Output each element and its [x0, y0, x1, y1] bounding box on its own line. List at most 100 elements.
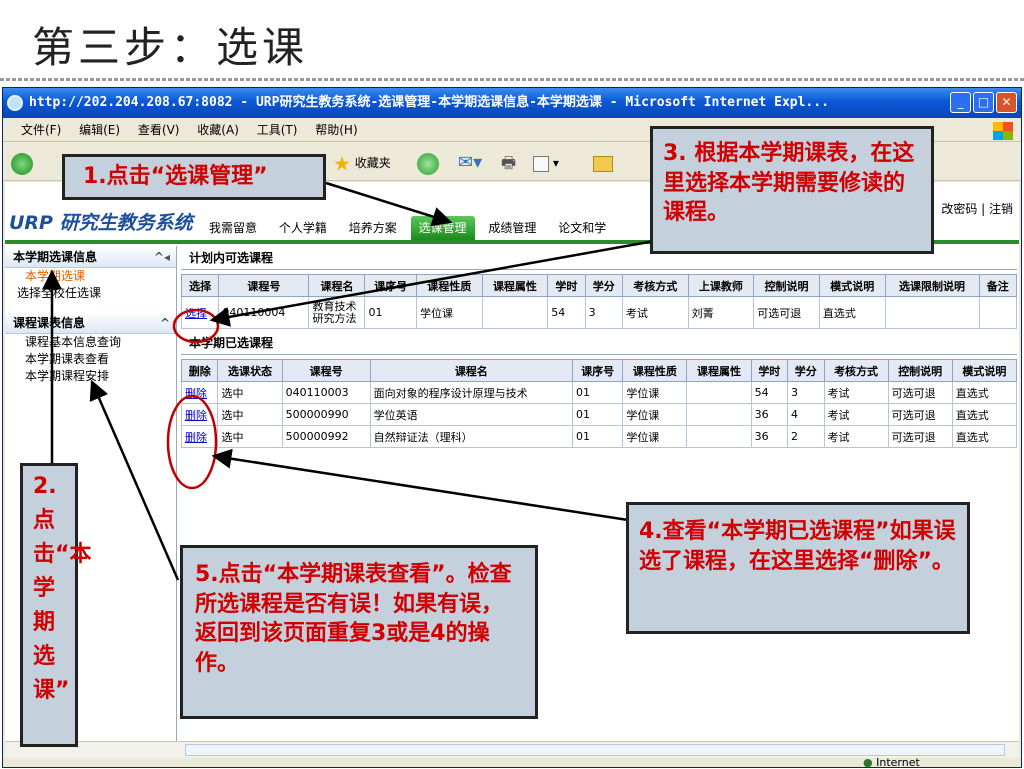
table-header: 考核方式 [621, 274, 689, 297]
table-header: 学分 [584, 274, 623, 297]
table-row: 选择 040110004 教育技术研究方法 01 学位课 54 3 考试 刘菁 … [180, 296, 1018, 329]
sidebar-section-selection[interactable]: 本学期选课信息 ^◂ [5, 246, 176, 268]
table-cell: 选中 [217, 425, 283, 448]
selected-table: 删除 选课状态 课程号 课程名 课序号 课程性质 课程属性 学时 学分 考核方式… [180, 359, 1018, 448]
nav-plan[interactable]: 培养方案 [341, 216, 405, 240]
nav-thesis[interactable]: 论文和学 [550, 216, 614, 240]
menu-tools[interactable]: 工具(T) [257, 123, 298, 137]
sidebar-item-current-selection[interactable]: 本学期选课 [5, 268, 176, 285]
table-cell: 可选可退 [887, 381, 953, 404]
selected-table-title: 本学期已选课程 [181, 331, 1017, 355]
table-cell [686, 403, 752, 426]
status-bar: ● Internet [3, 756, 1021, 769]
history-icon [417, 152, 439, 175]
back-button[interactable] [11, 151, 33, 175]
table-cell: 学位课 [622, 381, 688, 404]
table-cell [686, 425, 752, 448]
table-header: 备注 [978, 274, 1018, 297]
callout-step3: 3. 根据本学期课表，在这里选择本学期需要修读的课程。 [650, 126, 934, 254]
plan-table: 选择 课程号 课程名 课序号 课程性质 课程属性 学时 学分 考核方式 上课教师… [180, 274, 1018, 329]
table-cell: 考试 [823, 381, 889, 404]
delete-course-link[interactable]: 删除 [185, 431, 207, 444]
table-cell: 54 [547, 296, 586, 329]
menu-view[interactable]: 查看(V) [138, 123, 180, 137]
table-cell: 考试 [823, 425, 889, 448]
callout-step1: 1.点击“选课管理” [62, 154, 326, 200]
nav-course-selection[interactable]: 选课管理 [410, 216, 475, 240]
edit-button[interactable]: ▾ [533, 151, 559, 175]
nav-notice[interactable]: 我需留意 [201, 216, 265, 240]
callout-step5: 5.点击“本学期课表查看”。检查所选课程是否有误！如果有误，返回到该页面重复3或… [180, 545, 538, 719]
table-cell: 可选可退 [887, 403, 953, 426]
user-links[interactable]: 改密码 | 注销 [941, 200, 1013, 217]
table-header: 课程号 [218, 274, 310, 297]
menu-favorites[interactable]: 收藏(A) [197, 123, 239, 137]
close-button[interactable]: ✕ [996, 92, 1017, 113]
table-header: 选择 [180, 274, 220, 297]
table-header: 课程属性 [686, 359, 752, 382]
select-course-link[interactable]: 选择 [185, 307, 207, 320]
table-cell: 直选式 [951, 381, 1018, 404]
table-header: 删除 [180, 359, 219, 382]
table-cell: 学位英语 [369, 403, 574, 426]
ie-icon [7, 95, 23, 111]
window-title: http://202.204.208.67:8082 - URP研究生教务系统-… [29, 95, 829, 110]
table-cell: 刘菁 [687, 296, 755, 329]
sidebar-section-timetable[interactable]: 课程课表信息 ^ [5, 312, 176, 334]
table-header: 学分 [787, 359, 825, 382]
windows-logo-icon [993, 122, 1013, 140]
sidebar-item-course-query[interactable]: 课程基本信息查询 [5, 334, 176, 351]
minimize-button[interactable]: _ [950, 92, 971, 113]
edit-icon [533, 155, 549, 172]
sidebar-item-elective[interactable]: 选择全校任选课 [5, 285, 176, 302]
main-nav: 我需留意 个人学籍 培养方案 选课管理 成绩管理 论文和学 [201, 216, 616, 240]
menu-file[interactable]: 文件(F) [21, 123, 61, 137]
nav-status[interactable]: 个人学籍 [271, 216, 335, 240]
star-icon: ★ [333, 151, 351, 176]
table-cell: 学位课 [622, 403, 688, 426]
menu-edit[interactable]: 编辑(E) [79, 123, 120, 137]
table-row: 删除 选中 500000990 学位英语 01 学位课 36 4 考试 可选可退… [180, 403, 1018, 426]
table-cell [481, 296, 549, 329]
printer-icon: 🖶 [501, 153, 517, 172]
sidebar-item-course-schedule[interactable]: 本学期课程安排 [5, 368, 176, 385]
table-cell: 01 [572, 425, 624, 448]
delete-course-link[interactable]: 删除 [185, 409, 207, 422]
menu-help[interactable]: 帮助(H) [315, 123, 357, 137]
table-cell: 可选可退 [753, 296, 820, 329]
sidebar-item-timetable-view[interactable]: 本学期课表查看 [5, 351, 176, 368]
table-header: 课程性质 [622, 359, 688, 382]
table-cell: 040110004 [218, 296, 310, 329]
table-cell: 考试 [621, 296, 689, 329]
mail-button[interactable]: ✉▾ [458, 151, 482, 175]
table-header: 课序号 [364, 274, 417, 297]
nav-grades[interactable]: 成绩管理 [480, 216, 544, 240]
history-button[interactable] [417, 151, 439, 175]
table-header: 课序号 [572, 359, 624, 382]
system-logo: URP 研究生教务系统 [9, 212, 193, 234]
mail-icon: ✉▾ [458, 152, 483, 173]
folder-button[interactable] [593, 151, 613, 175]
folder-icon [593, 155, 613, 172]
table-cell: 自然辩证法（理科） [369, 425, 574, 448]
table-cell: 学位课 [415, 296, 483, 329]
table-cell: 36 [750, 403, 789, 426]
favorites-button[interactable]: ★ 收藏夹 [333, 151, 391, 176]
table-cell: 36 [750, 425, 789, 448]
status-zone: Internet [876, 756, 920, 769]
table-header-row: 选择 课程号 课程名 课序号 课程性质 课程属性 学时 学分 考核方式 上课教师… [180, 274, 1018, 297]
table-cell: 选中 [217, 403, 283, 426]
callout-step2: 2.点击“本学期选课” [20, 463, 91, 747]
table-header: 课程性质 [415, 274, 483, 297]
table-header: 选课限制说明 [884, 274, 980, 297]
print-button[interactable]: 🖶 [501, 151, 516, 175]
table-header: 考核方式 [823, 359, 889, 382]
chevron-up-icon: ^◂ [153, 250, 170, 264]
delete-course-link[interactable]: 删除 [185, 387, 207, 400]
table-header: 上课教师 [687, 274, 755, 297]
maximize-button[interactable]: □ [973, 92, 994, 113]
scrollbar-thumb[interactable] [185, 744, 1005, 756]
table-cell: 01 [572, 403, 624, 426]
table-row: 删除 选中 500000992 自然辩证法（理科） 01 学位课 36 2 考试… [180, 425, 1018, 448]
table-cell: 直选式 [951, 425, 1018, 448]
